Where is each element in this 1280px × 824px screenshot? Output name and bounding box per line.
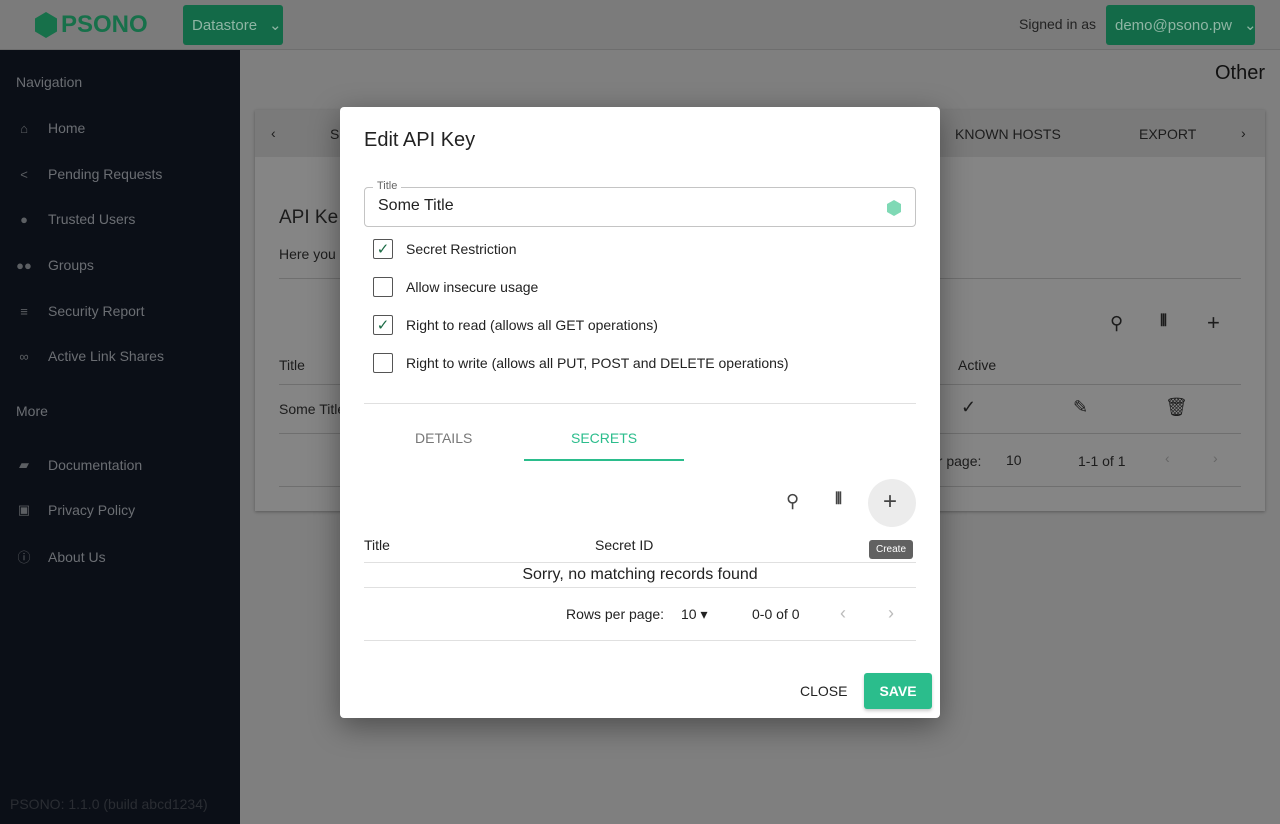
more-heading: More bbox=[16, 403, 48, 419]
tabs-next-icon[interactable]: › bbox=[1241, 125, 1246, 141]
checklist-icon: ≡ bbox=[20, 303, 28, 319]
col-secret-id: Secret ID bbox=[595, 537, 654, 553]
top-bar: PSONO Datastore ⌄ Signed in as demo@psono… bbox=[0, 0, 1280, 50]
create-tooltip: Create bbox=[869, 540, 914, 559]
sidebar-item-groups[interactable]: ●● Groups bbox=[16, 257, 94, 273]
tab-details[interactable]: DETAILS bbox=[415, 430, 472, 446]
tab-s[interactable]: S bbox=[330, 126, 339, 142]
checkbox-unchecked[interactable] bbox=[373, 277, 393, 297]
page-title: Other bbox=[1214, 62, 1265, 84]
chevron-down-icon: ⌄ bbox=[1243, 17, 1257, 34]
title-input[interactable] bbox=[378, 197, 868, 215]
person-icon: ● bbox=[20, 211, 28, 227]
next-page-icon[interactable]: › bbox=[888, 603, 894, 624]
next-page-icon[interactable]: › bbox=[1213, 450, 1218, 466]
logo[interactable]: PSONO bbox=[35, 11, 148, 39]
psono-logo-icon bbox=[35, 12, 57, 38]
groups-icon: ●● bbox=[16, 257, 32, 273]
rows-per-page-select[interactable]: 10 ▾ bbox=[681, 606, 708, 623]
create-button[interactable]: + bbox=[868, 479, 916, 527]
signed-in-label: Signed in as bbox=[1019, 16, 1097, 32]
active-tab-indicator bbox=[524, 459, 684, 461]
link-icon: ∞ bbox=[19, 348, 29, 364]
columns-icon[interactable]: ⦀ bbox=[835, 491, 842, 509]
password-manager-icon[interactable] bbox=[887, 200, 901, 216]
home-icon: ⌂ bbox=[20, 120, 28, 136]
sidebar-item-privacy-policy[interactable]: ▣ Privacy Policy bbox=[16, 502, 135, 518]
sidebar-item-documentation[interactable]: ▰ Documentation bbox=[16, 457, 142, 473]
prev-page-icon[interactable]: ‹ bbox=[840, 603, 846, 624]
edit-api-key-dialog: Edit API Key Title ✓Secret Restriction A… bbox=[340, 107, 940, 718]
delete-icon[interactable]: 🗑 bbox=[1165, 397, 1188, 418]
right-to-write-checkbox[interactable]: Right to write (allows all PUT, POST and… bbox=[373, 353, 789, 373]
datastore-button[interactable]: Datastore ⌄ bbox=[183, 5, 283, 45]
sidebar-item-about-us[interactable]: ⓘ About Us bbox=[16, 547, 105, 566]
col-title: Title bbox=[279, 357, 305, 373]
checkbox-unchecked[interactable] bbox=[373, 353, 393, 373]
rows-per-page-label: Rows per page: bbox=[566, 606, 665, 622]
columns-icon[interactable]: ⦀ bbox=[1160, 313, 1167, 331]
sidebar-item-pending-requests[interactable]: < Pending Requests bbox=[16, 166, 162, 182]
lock-icon: ▣ bbox=[17, 502, 31, 517]
right-to-read-checkbox[interactable]: ✓ Right to read (allows all GET operation… bbox=[373, 315, 658, 335]
rows-per-page-select[interactable]: 10 bbox=[1006, 452, 1022, 468]
section-description: Here you bbox=[279, 246, 336, 262]
check-icon: ✓ bbox=[961, 397, 977, 417]
pagination-range: 0-0 of 0 bbox=[752, 606, 800, 622]
title-field[interactable]: Title bbox=[364, 180, 916, 227]
pagination-range: 1-1 of 1 bbox=[1078, 453, 1126, 469]
row-title: Some Title bbox=[279, 401, 346, 417]
sidebar: Navigation ⌂ Home < Pending Requests ● Trus… bbox=[0, 50, 240, 824]
version-label: PSONO: 1.1.0 (build abcd1234) bbox=[10, 796, 208, 812]
empty-message: Sorry, no matching records found bbox=[522, 566, 758, 583]
search-icon[interactable]: ⚲ bbox=[786, 491, 799, 512]
col-active: Active bbox=[958, 357, 997, 373]
save-button[interactable]: SAVE bbox=[864, 673, 932, 709]
dialog-title: Edit API Key bbox=[364, 129, 476, 151]
prev-page-icon[interactable]: ‹ bbox=[1165, 450, 1170, 466]
edit-icon[interactable]: ✎ bbox=[1073, 397, 1088, 418]
secret-restriction-checkbox[interactable]: ✓ Secret Restriction bbox=[373, 239, 516, 259]
book-icon: ▰ bbox=[19, 457, 29, 472]
sidebar-item-active-link-shares[interactable]: ∞ Active Link Shares bbox=[16, 348, 164, 364]
tab-export[interactable]: EXPORT bbox=[1139, 126, 1196, 142]
allow-insecure-checkbox[interactable]: Allow insecure usage bbox=[373, 277, 538, 297]
col-title: Title bbox=[364, 537, 390, 553]
nav-heading: Navigation bbox=[16, 74, 83, 90]
search-icon[interactable]: ⚲ bbox=[1110, 313, 1123, 334]
tab-secrets[interactable]: SECRETS bbox=[571, 430, 637, 446]
user-menu-button[interactable]: demo@psono.pw ⌄ bbox=[1106, 5, 1257, 45]
sidebar-item-security-report[interactable]: ≡ Security Report bbox=[16, 303, 144, 319]
sidebar-item-trusted-users[interactable]: ● Trusted Users bbox=[16, 211, 135, 227]
checkbox-checked[interactable]: ✓ bbox=[373, 315, 393, 335]
chevron-down-icon: ⌄ bbox=[269, 17, 282, 34]
add-icon[interactable]: + bbox=[1207, 310, 1220, 336]
title-field-label: Title bbox=[373, 180, 402, 192]
share-icon: < bbox=[20, 166, 28, 182]
tabs-prev-icon[interactable]: ‹ bbox=[271, 125, 276, 141]
close-button[interactable]: CLOSE bbox=[800, 683, 847, 699]
dropdown-arrow-icon: ▾ bbox=[700, 606, 708, 622]
section-title: API Ke bbox=[279, 207, 339, 228]
add-icon: + bbox=[883, 488, 898, 515]
tab-known-hosts[interactable]: KNOWN HOSTS bbox=[955, 126, 1061, 142]
sidebar-item-home[interactable]: ⌂ Home bbox=[16, 120, 85, 136]
checkbox-checked[interactable]: ✓ bbox=[373, 239, 393, 259]
info-icon: ⓘ bbox=[17, 550, 31, 565]
